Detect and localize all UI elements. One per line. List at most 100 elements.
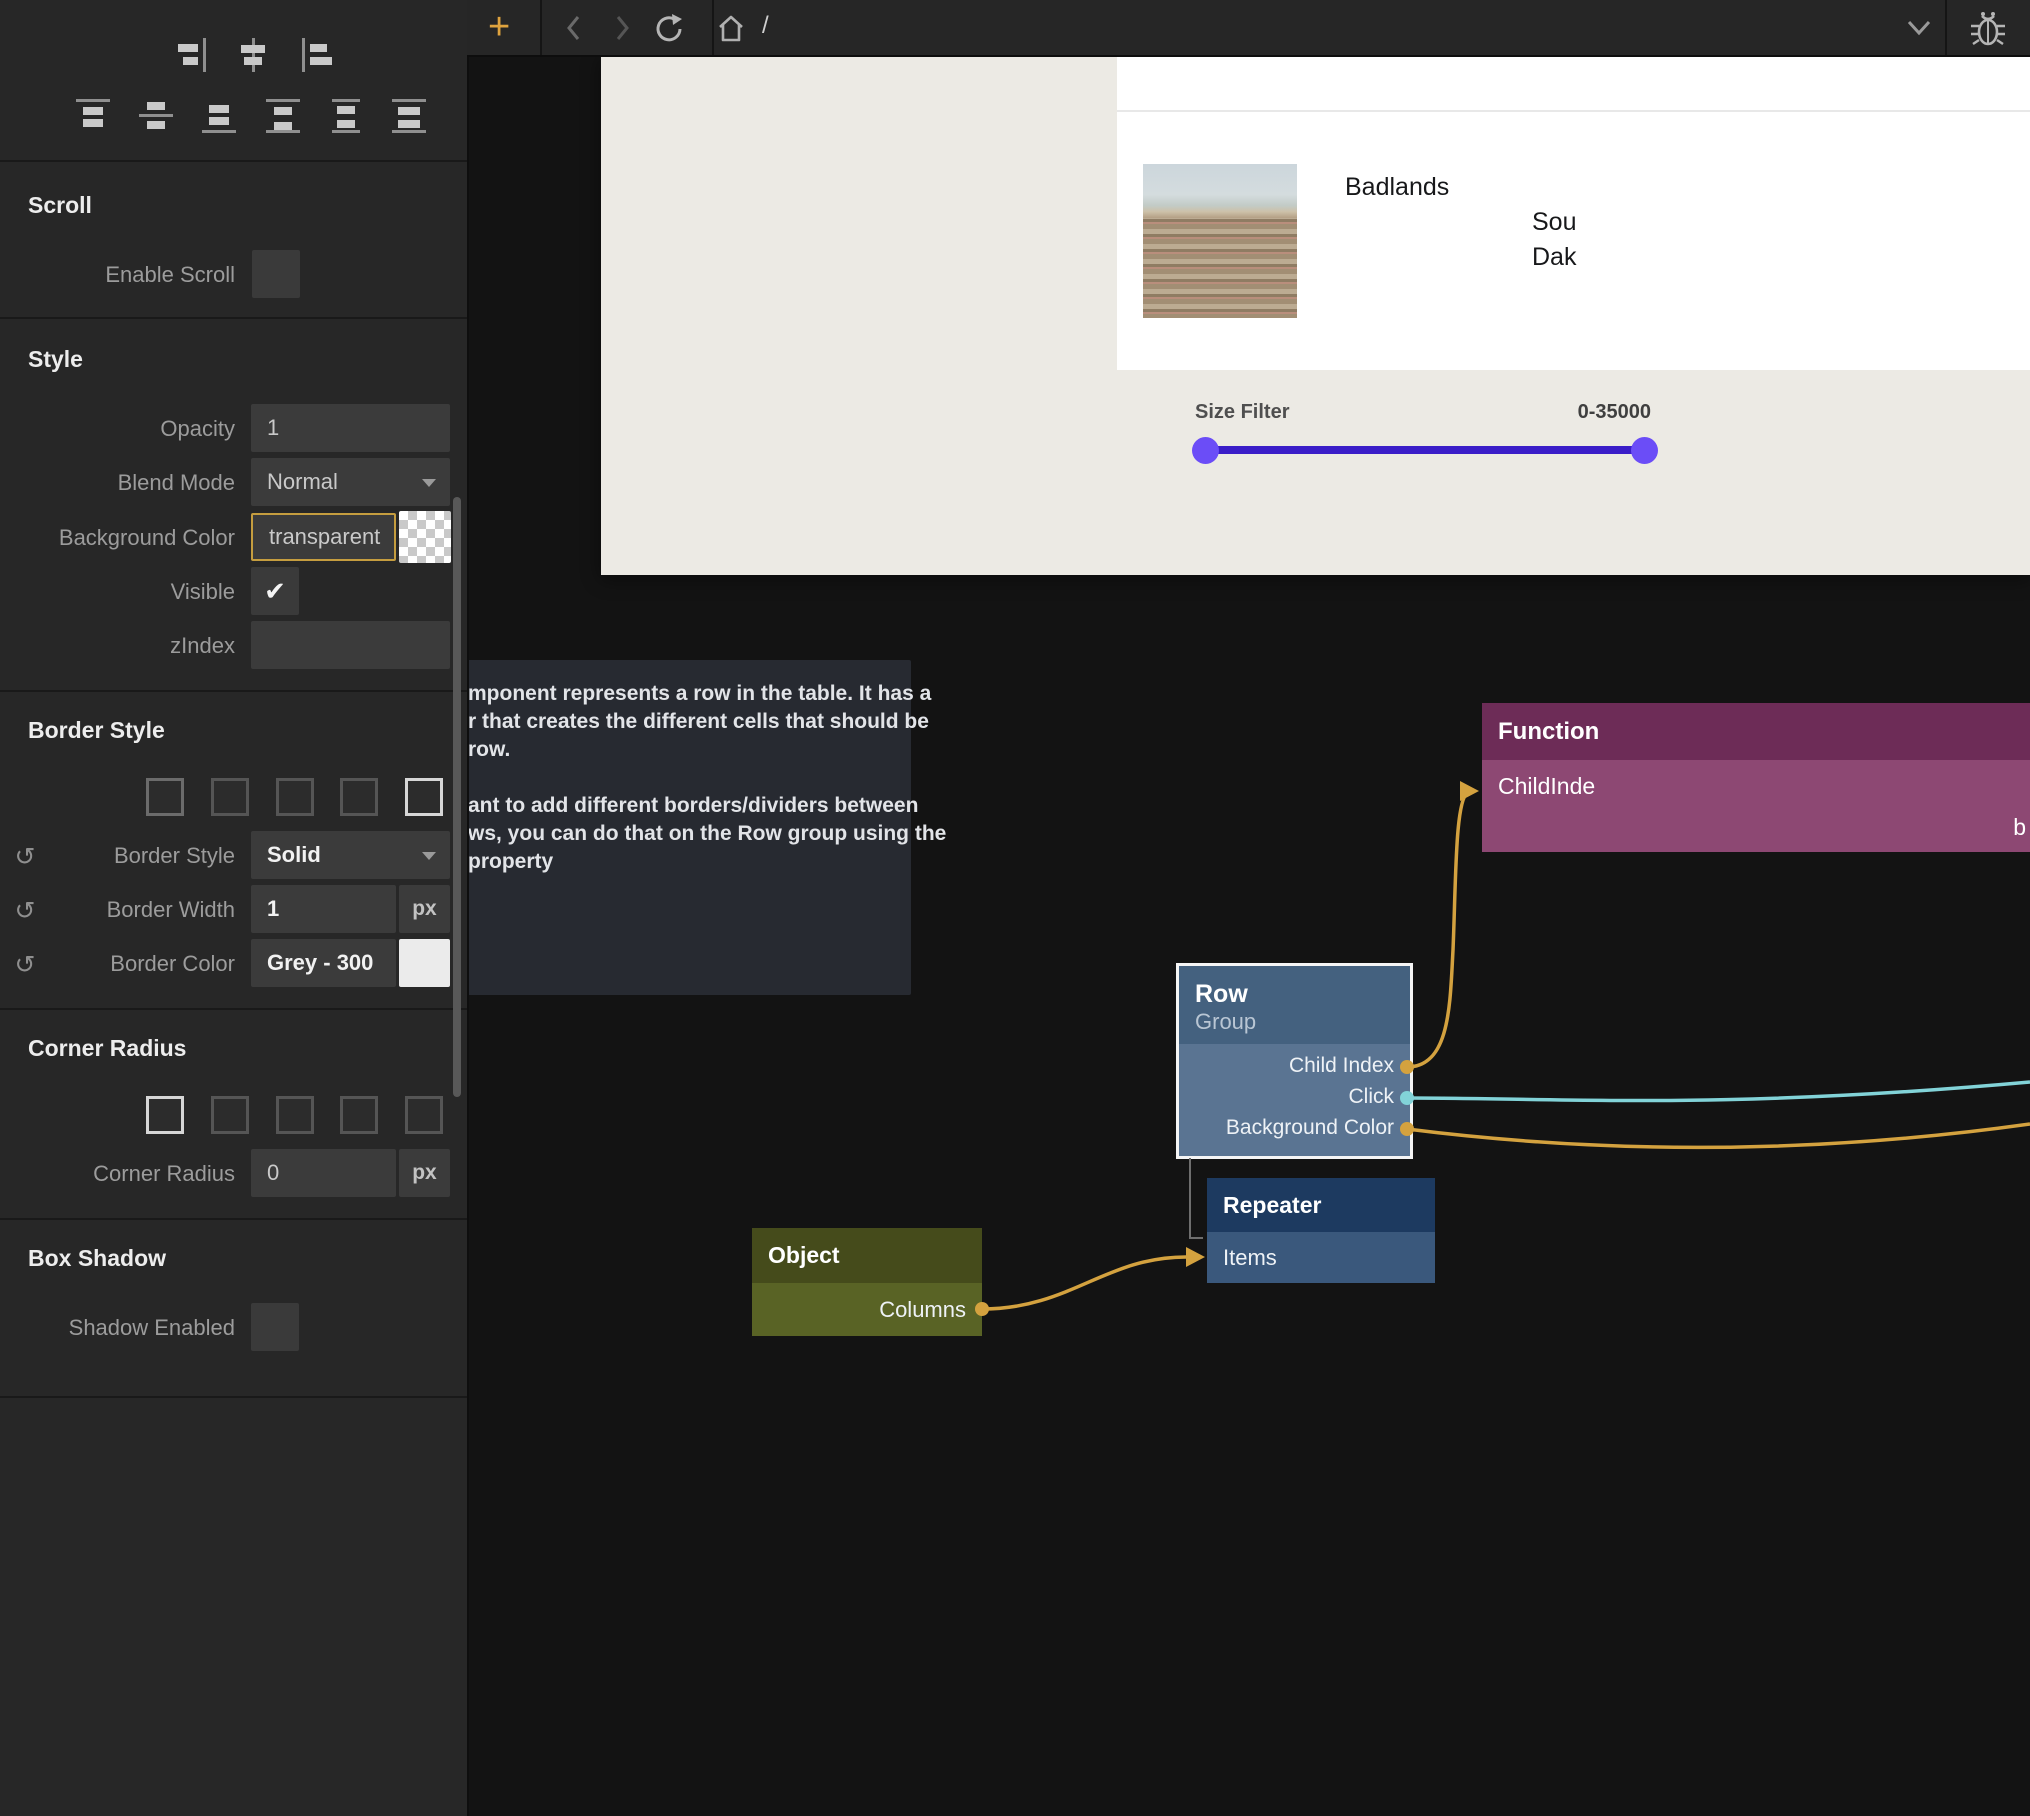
- object-node-title: Object: [768, 1242, 840, 1268]
- visible-checkbox[interactable]: ✔: [251, 567, 299, 615]
- back-icon[interactable]: [560, 13, 588, 43]
- align-top-icon[interactable]: [76, 99, 110, 133]
- function-node-title: Function: [1498, 718, 1599, 745]
- shadow-enabled-checkbox[interactable]: [251, 1303, 299, 1351]
- align-center-vertical-icon[interactable]: [237, 38, 271, 72]
- border-right-button[interactable]: [271, 773, 319, 821]
- enable-scroll-checkbox[interactable]: [252, 250, 300, 298]
- wire-backgroundcolor[interactable]: [1407, 1124, 2030, 1147]
- size-filter-label: Size Filter: [1195, 401, 1289, 424]
- stretch-vertical-icon[interactable]: [392, 99, 426, 133]
- opacity-input[interactable]: 1: [251, 404, 450, 452]
- section-divider: [0, 690, 467, 692]
- object-node[interactable]: Object Columns: [752, 1228, 982, 1336]
- corner-section-title: Corner Radius: [28, 1035, 186, 1062]
- url-path[interactable]: /: [762, 12, 769, 40]
- border-width-unit[interactable]: px: [399, 885, 450, 933]
- zindex-input[interactable]: [251, 621, 450, 669]
- corner-all-button[interactable]: [141, 1091, 189, 1139]
- function-right-port-label[interactable]: b: [1482, 812, 2030, 842]
- border-style-buttons: [0, 773, 467, 821]
- border-color-swatch[interactable]: [399, 939, 450, 987]
- zindex-label: zIndex: [0, 633, 235, 659]
- background-color-swatch[interactable]: [399, 511, 451, 563]
- row-childindex-port-label[interactable]: Child Index: [1179, 1050, 1410, 1081]
- align-bottom-icon[interactable]: [202, 99, 236, 133]
- style-section-title: Style: [28, 346, 83, 373]
- shadow-enabled-label: Shadow Enabled: [0, 1315, 235, 1341]
- toolbar-separator: [712, 0, 714, 55]
- park-name-cell[interactable]: Badlands: [1345, 173, 1449, 202]
- space-vertical-between-icon[interactable]: [266, 99, 300, 133]
- parent-child-connector: [1190, 1158, 1203, 1238]
- repeater-node-title: Repeater: [1223, 1192, 1321, 1218]
- panel-scrollbar[interactable]: [453, 497, 461, 1097]
- border-style-select[interactable]: Solid: [251, 831, 450, 879]
- section-divider: [0, 1396, 467, 1398]
- row-backgroundcolor-port-label[interactable]: Background Color: [1179, 1112, 1410, 1143]
- border-style-value: Solid: [267, 842, 321, 867]
- tooltip-line: r that creates the different cells that …: [468, 710, 898, 734]
- corner-bottom-right-button[interactable]: [400, 1091, 448, 1139]
- info-tooltip: mponent represents a row in the table. I…: [451, 660, 911, 995]
- blend-mode-select[interactable]: Normal: [251, 458, 450, 506]
- border-left-button[interactable]: [400, 773, 448, 821]
- opacity-label: Opacity: [0, 416, 235, 442]
- section-divider: [0, 160, 467, 162]
- slider-handle-max[interactable]: [1631, 437, 1658, 464]
- tooltip-line: ant to add different borders/dividers be…: [468, 794, 898, 818]
- tooltip-line: ws, you can do that on the Row group usi…: [468, 822, 898, 846]
- corner-top-left-button[interactable]: [206, 1091, 254, 1139]
- border-width-label: Border Width: [0, 897, 235, 923]
- border-width-input[interactable]: 1: [251, 885, 396, 933]
- chevron-down-icon: [422, 852, 436, 860]
- park-state-line2: Dak: [1532, 240, 1576, 275]
- properties-panel: Scroll Enable Scroll Style Opacity 1 Ble…: [0, 0, 469, 1816]
- row-click-port-label[interactable]: Click: [1179, 1081, 1410, 1112]
- object-columns-port-label[interactable]: Columns: [752, 1283, 982, 1336]
- tooltip-line: mponent represents a row in the table. I…: [468, 682, 898, 706]
- park-state-cell[interactable]: Sou Dak: [1532, 205, 1576, 275]
- align-right-icon[interactable]: [172, 38, 206, 72]
- corner-radius-unit[interactable]: px: [399, 1149, 450, 1197]
- reload-icon[interactable]: [652, 13, 686, 45]
- slider-handle-min[interactable]: [1192, 437, 1219, 464]
- corner-radius-buttons: [0, 1091, 467, 1139]
- border-bottom-button[interactable]: [335, 773, 383, 821]
- corner-top-right-button[interactable]: [271, 1091, 319, 1139]
- function-node[interactable]: Function ChildInde b: [1482, 703, 2030, 852]
- preview-toolbar: + /: [467, 0, 2030, 57]
- size-filter-slider-track[interactable]: [1205, 446, 1644, 454]
- border-all-button[interactable]: [141, 773, 189, 821]
- debug-bug-icon[interactable]: [1967, 8, 2009, 48]
- add-tab-button[interactable]: +: [488, 2, 510, 53]
- distribute-vertical-center-icon[interactable]: [139, 99, 173, 133]
- border-color-input[interactable]: Grey - 300: [251, 939, 396, 987]
- border-color-label: Border Color: [0, 951, 235, 977]
- row-group-node[interactable]: Row Group Child Index Click Background C…: [1176, 963, 1413, 1159]
- wire-click[interactable]: [1407, 1082, 2030, 1101]
- space-vertical-around-icon[interactable]: [329, 99, 363, 133]
- wire-columns-items[interactable]: [982, 1257, 1186, 1309]
- section-divider: [0, 1008, 467, 1010]
- corner-radius-input[interactable]: 0: [251, 1149, 396, 1197]
- corner-bottom-left-button[interactable]: [335, 1091, 383, 1139]
- align-left-icon[interactable]: [302, 38, 336, 72]
- repeater-node[interactable]: Repeater Items: [1207, 1178, 1435, 1283]
- table-card: Badlands Sou Dak: [1117, 55, 2030, 370]
- section-divider: [0, 1218, 467, 1220]
- row-node-subtitle: Group: [1195, 1009, 1394, 1035]
- repeater-items-port-label[interactable]: Items: [1207, 1232, 1435, 1283]
- background-color-input[interactable]: transparent: [251, 513, 396, 561]
- blend-mode-label: Blend Mode: [0, 470, 235, 496]
- chevron-down-icon[interactable]: [1904, 18, 1934, 38]
- border-style-label: Border Style: [0, 843, 235, 869]
- wire-childindex[interactable]: [1407, 792, 1468, 1067]
- forward-icon[interactable]: [608, 13, 636, 43]
- border-top-button[interactable]: [206, 773, 254, 821]
- visible-label: Visible: [0, 579, 235, 605]
- home-icon[interactable]: [715, 13, 747, 45]
- tooltip-line: property: [468, 850, 898, 874]
- function-childindex-port-label[interactable]: ChildInde: [1482, 760, 2030, 812]
- chevron-down-icon: [422, 479, 436, 487]
